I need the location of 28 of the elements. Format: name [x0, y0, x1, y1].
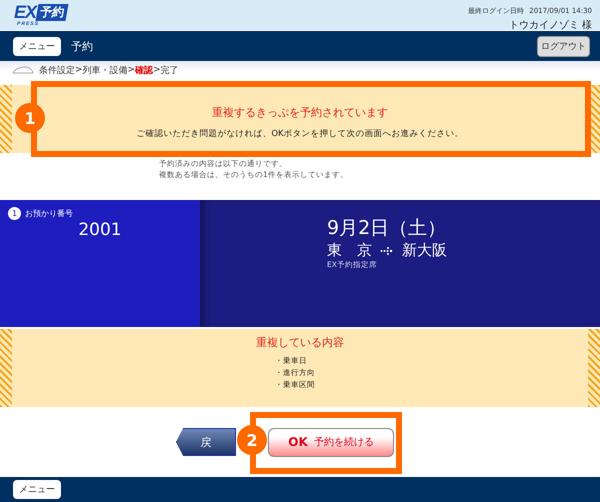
- step-separator: >: [128, 65, 136, 75]
- progress-step: 条件設定: [39, 64, 75, 76]
- menu-button[interactable]: メニュー: [13, 36, 61, 56]
- progress-step: 列車・設備: [82, 64, 128, 76]
- back-button[interactable]: 戻: [176, 428, 236, 456]
- progress-step: 確認: [135, 64, 154, 76]
- index-badge: 1: [8, 207, 21, 220]
- departure-station: 東 京: [327, 241, 372, 260]
- logout-button[interactable]: ログアウト: [537, 36, 590, 56]
- overlap-title: 重複している内容: [256, 335, 344, 350]
- arrow-icon: [380, 246, 394, 256]
- warning-title: 重複するきっぷを予約されています: [212, 104, 388, 120]
- step-separator: >: [75, 65, 83, 75]
- hatched-border: [0, 85, 12, 153]
- number-label: お預かり番号: [25, 208, 73, 219]
- user-name: トウカイノゾミ 様: [508, 18, 592, 32]
- ok-button[interactable]: OK 予約を続ける: [268, 428, 394, 456]
- warning-message: ご確認いただき問題がなければ、OKボタンを押して次の画面へお進みください。: [136, 128, 464, 140]
- arrival-station: 新大阪: [402, 241, 447, 260]
- callout-number: 2: [237, 425, 267, 455]
- step-separator: >: [153, 65, 161, 75]
- reservation-number: 2001: [78, 220, 122, 240]
- travel-date: 9月2日（土）: [327, 216, 448, 241]
- logo-text: EX: [14, 3, 36, 21]
- train-icon: [12, 65, 34, 75]
- progress-step: 完了: [160, 64, 179, 76]
- menu-button[interactable]: メニュー: [13, 480, 61, 499]
- page-title: 予約: [71, 38, 94, 54]
